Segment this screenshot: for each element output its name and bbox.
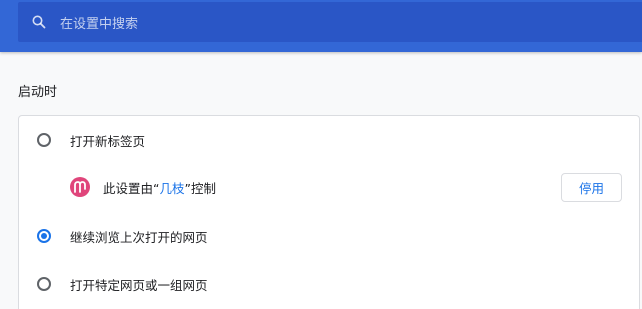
- extension-logo-icon: [70, 177, 90, 197]
- startup-options-card: 打开新标签页 此设置由“几枝”控制 停用 继续浏览上次打开的网页 打开特定网页或…: [18, 115, 640, 309]
- radio-continue-session[interactable]: [37, 229, 51, 243]
- extension-control-notice: 此设置由“几枝”控制 停用: [19, 164, 639, 210]
- search-field[interactable]: 在设置中搜索: [18, 2, 642, 42]
- extension-control-text: 此设置由“几枝”控制: [103, 178, 216, 197]
- extension-name-link[interactable]: 几枝: [159, 181, 184, 196]
- search-input-placeholder[interactable]: 在设置中搜索: [60, 13, 138, 32]
- disable-extension-button[interactable]: 停用: [561, 173, 622, 202]
- extension-text-suffix: ”控制: [184, 181, 216, 196]
- option-new-tab[interactable]: 打开新标签页: [19, 117, 639, 163]
- top-toolbar: 在设置中搜索: [0, 0, 642, 52]
- option-continue-session[interactable]: 继续浏览上次打开的网页: [19, 213, 639, 259]
- search-icon[interactable]: [31, 14, 47, 30]
- extension-text-prefix: 此设置由“: [103, 181, 160, 196]
- option-continue-session-label[interactable]: 继续浏览上次打开的网页: [70, 227, 208, 246]
- option-new-tab-label[interactable]: 打开新标签页: [70, 131, 145, 150]
- option-specific-pages-label[interactable]: 打开特定网页或一组网页: [70, 275, 208, 294]
- section-title: 启动时: [18, 85, 58, 100]
- radio-specific-pages[interactable]: [37, 277, 51, 291]
- option-specific-pages[interactable]: 打开特定网页或一组网页: [19, 261, 639, 307]
- radio-new-tab[interactable]: [37, 133, 51, 147]
